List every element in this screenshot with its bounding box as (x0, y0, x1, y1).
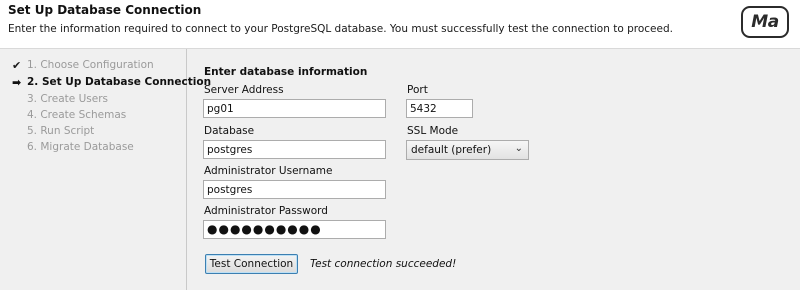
step-migrate-database: 6. Migrate Database (0, 140, 134, 154)
ssl-mode-select[interactable]: default (prefer) ⌄ (406, 140, 529, 160)
steps-sidebar: ✔ 1. Choose Configuration ➡ 2. Set Up Da… (0, 49, 211, 290)
header: Set Up Database Connection Enter the inf… (0, 0, 800, 49)
step-create-schemas: 4. Create Schemas (0, 108, 126, 122)
arrow-right-icon: ➡ (12, 75, 22, 89)
test-connection-button[interactable]: Test Connection (205, 254, 298, 274)
port-label: Port (407, 84, 428, 96)
server-address-label: Server Address (204, 84, 284, 96)
checkmark-icon: ✔ (12, 58, 22, 72)
test-result-text: Test connection succeeded! (310, 258, 457, 270)
step-label: 2. Set Up Database Connection (27, 76, 212, 88)
database-label: Database (204, 125, 255, 137)
page-description: Enter the information required to connec… (8, 23, 673, 35)
step-label: 5. Run Script (27, 125, 95, 137)
admin-password-label: Administrator Password (204, 205, 328, 217)
connection-form: Enter database information Server Addres… (187, 49, 800, 290)
admin-username-label: Administrator Username (204, 165, 333, 177)
wizard-body: ✔ 1. Choose Configuration ➡ 2. Set Up Da… (0, 49, 800, 290)
chevron-down-icon: ⌄ (514, 143, 523, 154)
ssl-mode-label: SSL Mode (407, 125, 459, 137)
step-label: 6. Migrate Database (27, 141, 134, 153)
admin-username-input[interactable] (203, 180, 386, 199)
port-input[interactable] (406, 99, 473, 118)
step-label: 4. Create Schemas (27, 109, 127, 121)
admin-password-input[interactable]: ●●●●●●●●●● (203, 220, 386, 239)
app-logo: Ma (741, 6, 789, 38)
step-label: 3. Create Users (27, 93, 108, 105)
page-title: Set Up Database Connection (8, 3, 202, 17)
step-label: 1. Choose Configuration (27, 59, 154, 71)
step-choose-configuration: ✔ 1. Choose Configuration (0, 58, 154, 72)
step-run-script: 5. Run Script (0, 124, 94, 138)
server-address-input[interactable] (203, 99, 386, 118)
section-title: Enter database information (204, 66, 368, 78)
step-create-users: 3. Create Users (0, 92, 108, 106)
ssl-mode-value: default (prefer) (411, 144, 492, 156)
database-input[interactable] (203, 140, 386, 159)
step-set-up-database-connection: ➡ 2. Set Up Database Connection (0, 75, 211, 89)
